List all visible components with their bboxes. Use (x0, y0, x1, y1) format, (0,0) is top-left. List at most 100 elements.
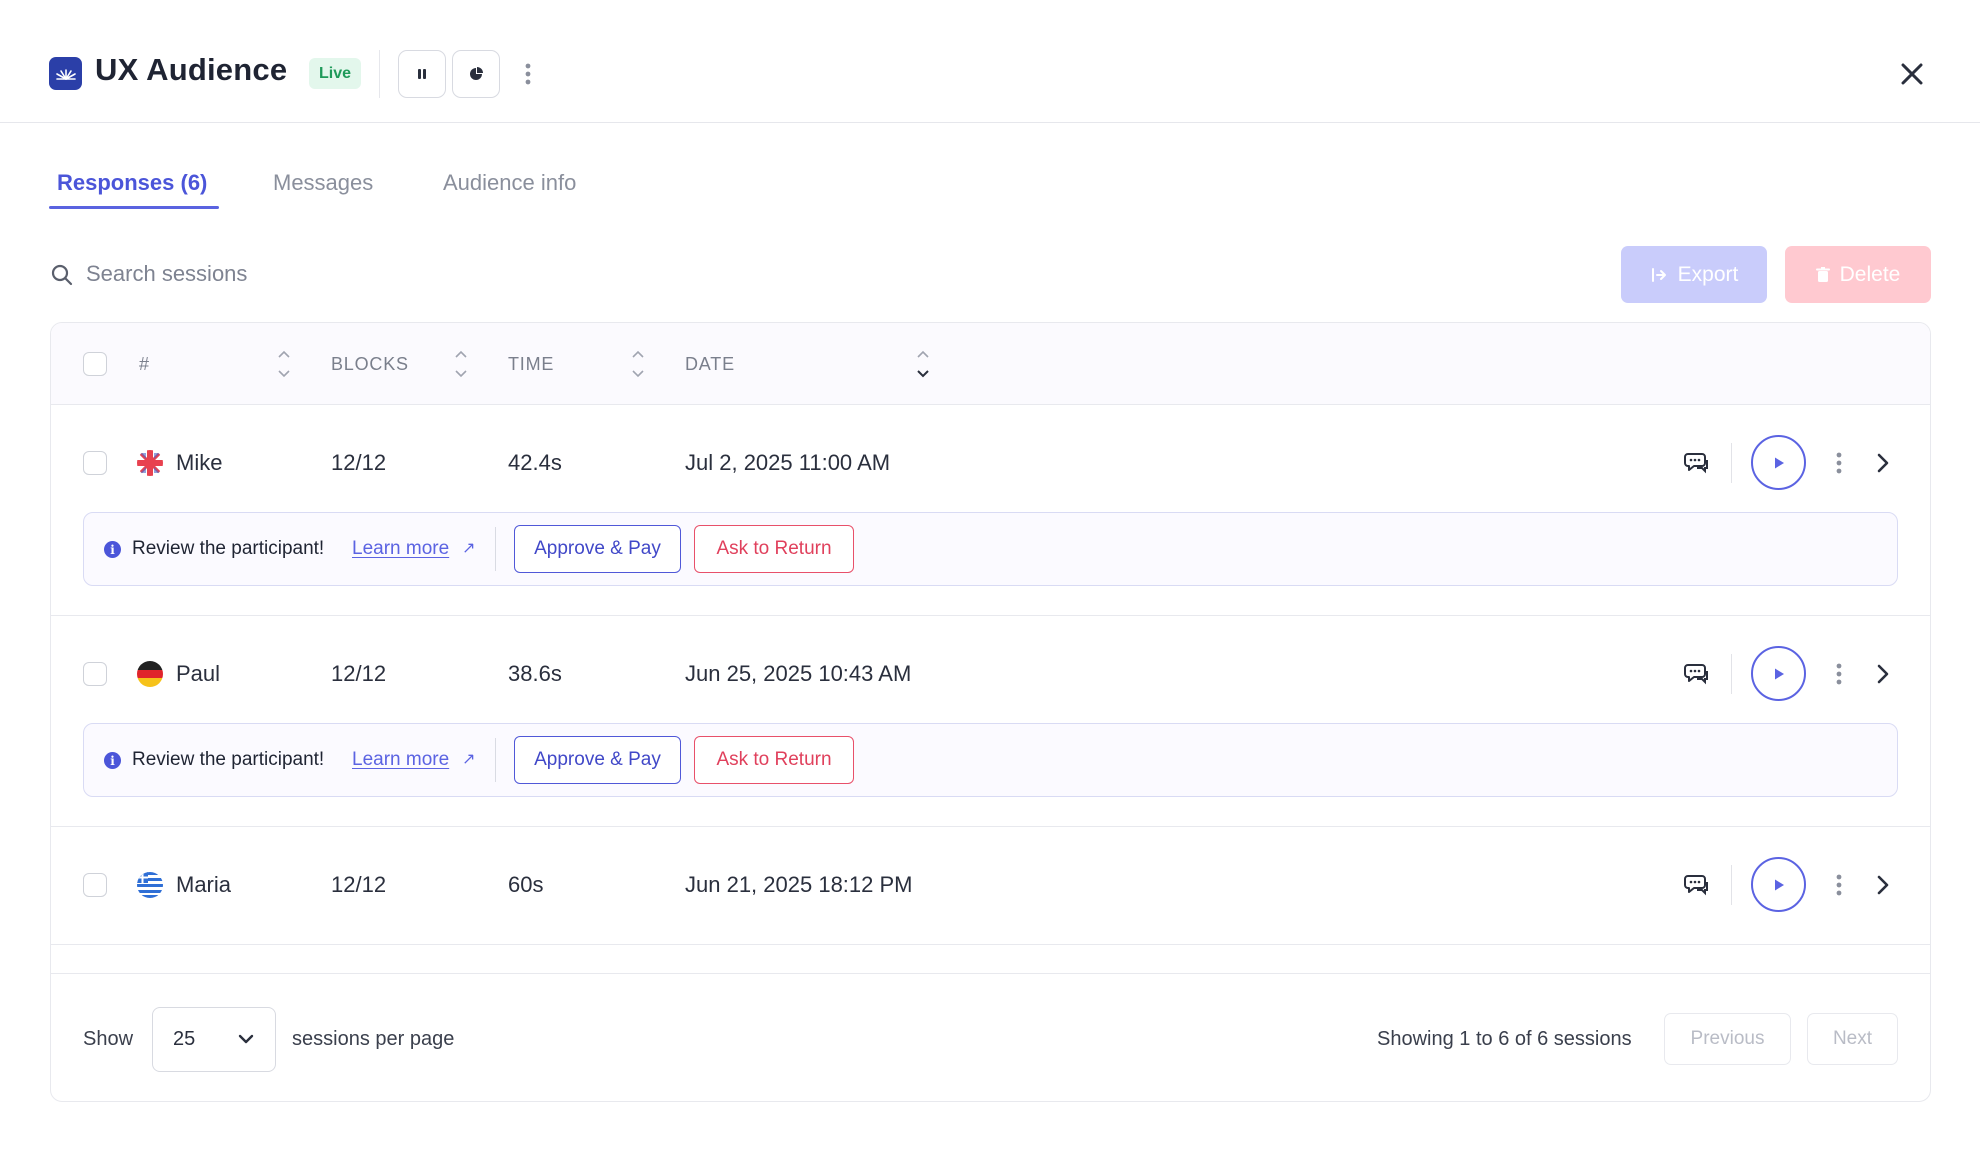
previous-page-button[interactable]: Previous (1664, 1013, 1791, 1065)
column-header-number[interactable]: # (139, 354, 150, 375)
time-value: 38.6s (508, 661, 562, 686)
export-icon (1651, 267, 1666, 282)
table-row[interactable]: Paul 12/12 38.6s Jun 25, 2025 10:43 AM i… (51, 616, 1930, 827)
play-icon (1774, 668, 1784, 679)
column-header-blocks[interactable]: BLOCKS (331, 354, 409, 375)
participant-name: Paul (176, 661, 221, 686)
approve-pay-button[interactable]: Approve & Pay (514, 525, 681, 573)
ask-to-return-button[interactable]: Ask to Return (694, 736, 854, 784)
external-link-icon[interactable]: ↗ (462, 749, 475, 769)
sort-descending-icon[interactable] (916, 349, 930, 379)
pause-button[interactable] (398, 50, 446, 98)
sessions-table: # BLOCKS TIME DATE Mike 12/12 42.4s Jul … (50, 322, 1931, 1102)
more-options-button[interactable] (518, 54, 538, 94)
time-value: 42.4s (508, 450, 562, 475)
kebab-menu-icon (1836, 663, 1842, 685)
review-banner: i Review the participant! Learn more ↗ A… (83, 723, 1898, 797)
info-icon: i (104, 752, 121, 769)
row-options-button[interactable] (1831, 659, 1847, 689)
external-link-icon[interactable]: ↗ (462, 538, 475, 558)
pie-chart-icon (470, 67, 483, 80)
export-label: Export (1677, 262, 1739, 286)
chevron-right-icon (1877, 875, 1889, 895)
row-checkbox[interactable] (83, 451, 107, 475)
action-divider (1731, 443, 1732, 483)
row-checkbox[interactable] (83, 873, 107, 897)
chevron-right-icon (1877, 453, 1889, 473)
participant-name: Mike (176, 450, 223, 475)
greece-flag-icon (137, 872, 163, 898)
date-value: Jul 2, 2025 11:00 AM (685, 450, 891, 475)
row-options-button[interactable] (1831, 448, 1847, 478)
learn-more-link[interactable]: Learn more (352, 749, 449, 771)
open-session-button[interactable] (1871, 870, 1895, 900)
play-icon (1774, 879, 1784, 890)
play-recording-button[interactable] (1751, 857, 1806, 912)
pagination-footer: Show 25 sessions per page Showing 1 to 6… (51, 973, 1930, 1101)
review-message: Review the participant! (132, 749, 325, 770)
sort-icon[interactable] (277, 349, 291, 379)
review-banner: i Review the participant! Learn more ↗ A… (83, 512, 1898, 586)
column-header-date[interactable]: DATE (685, 354, 735, 375)
action-divider (1731, 865, 1732, 905)
delete-button[interactable]: Delete (1785, 246, 1931, 303)
chat-icon[interactable] (1683, 871, 1711, 899)
date-value: Jun 21, 2025 18:12 PM (685, 872, 913, 897)
export-button[interactable]: Export (1621, 246, 1767, 303)
blocks-value: 12/12 (331, 872, 387, 897)
page-size-select[interactable]: 25 (152, 1007, 276, 1072)
kebab-menu-icon (525, 63, 531, 85)
learn-more-link[interactable]: Learn more (352, 538, 449, 560)
chat-icon[interactable] (1683, 660, 1711, 688)
open-session-button[interactable] (1871, 659, 1895, 689)
table-row[interactable]: Maria 12/12 60s Jun 21, 2025 18:12 PM (51, 827, 1930, 945)
kebab-menu-icon (1836, 874, 1842, 896)
stats-button[interactable] (452, 50, 500, 98)
play-recording-button[interactable] (1751, 435, 1806, 490)
row-checkbox[interactable] (83, 662, 107, 686)
uk-flag-icon (137, 450, 163, 476)
per-page-label: sessions per page (292, 1028, 455, 1050)
blocks-value: 12/12 (331, 450, 387, 475)
table-header: # BLOCKS TIME DATE (51, 323, 1930, 405)
info-icon: i (104, 541, 121, 558)
chevron-right-icon (1877, 664, 1889, 684)
column-header-time[interactable]: TIME (508, 354, 554, 375)
open-session-button[interactable] (1871, 448, 1895, 478)
tab-responses[interactable]: Responses (6) (57, 170, 207, 196)
approve-pay-button[interactable]: Approve & Pay (514, 736, 681, 784)
action-divider (1731, 654, 1732, 694)
pagination-summary: Showing 1 to 6 of 6 sessions (1377, 1028, 1632, 1050)
sort-icon[interactable] (631, 349, 645, 379)
time-value: 60s (508, 872, 544, 897)
play-recording-button[interactable] (1751, 646, 1806, 701)
close-button[interactable] (1895, 57, 1929, 91)
blocks-value: 12/12 (331, 661, 387, 686)
table-row[interactable]: Mike 12/12 42.4s Jul 2, 2025 11:00 AM i … (51, 405, 1930, 616)
sort-icon[interactable] (454, 349, 468, 379)
chat-icon[interactable] (1683, 449, 1711, 477)
page-size-value: 25 (173, 1028, 196, 1050)
delete-label: Delete (1839, 262, 1901, 286)
select-all-checkbox[interactable] (83, 352, 107, 376)
tab-messages[interactable]: Messages (273, 170, 373, 196)
ask-to-return-button[interactable]: Ask to Return (694, 525, 854, 573)
page-title: UX Audience (95, 52, 288, 87)
tab-audience-info[interactable]: Audience info (443, 170, 576, 196)
active-tab-indicator (49, 206, 219, 209)
next-page-button[interactable]: Next (1807, 1013, 1898, 1065)
close-icon (1901, 63, 1923, 85)
chevron-down-icon (238, 1034, 254, 1044)
search-icon (51, 264, 73, 286)
date-value: Jun 25, 2025 10:43 AM (685, 661, 912, 686)
trash-icon (1815, 266, 1830, 282)
participant-name: Maria (176, 872, 232, 897)
modal-header: UX Audience Live (0, 0, 1980, 123)
review-message: Review the participant! (132, 538, 325, 559)
search-input[interactable] (86, 256, 586, 292)
row-options-button[interactable] (1831, 870, 1847, 900)
pause-icon (418, 69, 426, 79)
kebab-menu-icon (1836, 452, 1842, 474)
audience-logo-icon (49, 57, 82, 90)
review-divider (495, 738, 496, 782)
